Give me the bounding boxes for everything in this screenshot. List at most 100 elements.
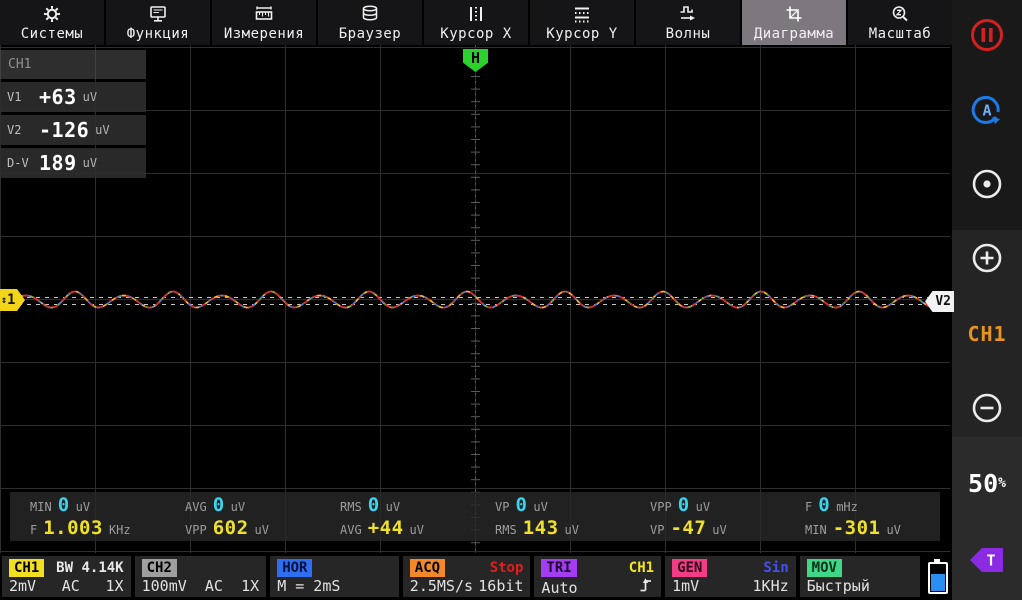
status-horizontal-section[interactable]: HOR M = 2mS [270,556,399,597]
tab-label: Измерения [224,26,304,42]
status-ch2-section[interactable]: CH2 100mV AC 1X [135,556,267,597]
tab-label: Курсор X [440,26,511,42]
status-trigger-section[interactable]: TRI CH1 Auto [534,556,661,597]
tab-label: Волны [666,26,711,42]
bit-depth: 16bit [478,577,523,595]
tab-measurements[interactable]: Измерения [212,0,316,45]
battery-icon [928,562,948,594]
measure-col-2: AVG0uV VPP602uV [165,492,320,541]
channel-select-label: CH1 [967,322,1006,346]
measure-col-5: VPP0uV VP-47uV [630,492,785,541]
tab-diagram[interactable]: Диаграмма [742,0,846,45]
cursor-v2-label: V2 [7,123,39,137]
trigger-mode: Auto [541,579,577,597]
tab-label: Масштаб [869,26,932,42]
cursor-delta-unit: uV [83,156,97,170]
tab-function[interactable]: Функция [106,0,210,45]
waveform-display[interactable]: H CH1 V1 +63 uV V2 -126 uV D-V 189 uV ↕1 [0,45,950,553]
pause-icon [968,16,1006,54]
tab-scale[interactable]: Масштаб [848,0,952,45]
run-pause-button[interactable] [952,16,1022,54]
auto-icon: A [968,91,1006,129]
scale-increase-button[interactable] [952,239,1022,277]
tab-label: Браузер [339,26,402,42]
tab-waves[interactable]: Волны [636,0,740,45]
status-movement-section[interactable]: MOV Быстрый [800,556,921,597]
oscilloscope-app: Системы Функция Измерения [0,0,1022,600]
ch2-badge: CH2 [142,559,177,577]
record-dot-button[interactable] [952,165,1022,203]
diagram-crop-icon [784,4,804,24]
monitor-icon [148,4,168,24]
measure-col-3: RMS0uV AVG+44uV [320,492,475,541]
measure-col-4: VP0uV RMS143uV [475,492,630,541]
status-ch1-section[interactable]: CH1 BW 4.14K 2mV AC 1X [2,556,131,597]
ch1-badge: CH1 [9,559,44,577]
tab-label: Курсор Y [546,26,617,42]
trigger-tag-button[interactable]: T [952,543,1022,577]
tab-systems[interactable]: Системы [0,0,104,45]
cursor-v1-value: +63 [39,85,77,109]
trigger-t-icon: T [968,544,1006,576]
ch1-coupling: AC [62,577,80,595]
cursor-v1-unit: uV [83,90,97,104]
dot-circle-icon [968,165,1006,203]
measure-ruler-icon [254,4,274,24]
gen-amplitude: 1mV [672,577,699,595]
acq-badge: ACQ [410,559,445,577]
zoom-level-indicator[interactable]: 50% [952,466,1022,500]
cursor-delta-label: D-V [7,156,39,170]
bottom-status-bar: CH1 BW 4.14K 2mV AC 1X CH2 100mV AC 1X H… [0,553,952,600]
cursor-v1-label: V1 [7,90,39,104]
autoset-button[interactable]: A [952,91,1022,129]
plus-circle-icon [968,239,1006,277]
trigger-source: CH1 [629,560,654,576]
gen-waveform-type: Sin [763,560,788,576]
channel-select-button[interactable]: CH1 [952,320,1022,348]
measurement-readout-bar: MIN0uV F1.003KHz AVG0uV VPP602uV RMS0uV … [10,492,940,541]
browser-database-icon [360,4,380,24]
measure-col-6: F0mHz MIN-301uV [785,492,940,541]
ch1-probe: 1X [106,577,124,595]
cursor-delta-value: 189 [39,151,77,175]
svg-text:T: T [986,552,995,570]
ch2-scale: 100mV [142,577,187,595]
cursor-v1-row: V1 +63 uV [0,82,146,112]
measure-col-1: MIN0uV F1.003KHz [10,492,165,541]
cursor-readout-header: CH1 [0,50,146,79]
tab-browser[interactable]: Браузер [318,0,422,45]
v2-tag-label: V2 [935,294,951,309]
cursor-y-icon [572,4,592,24]
tab-cursor-y[interactable]: Курсор Y [530,0,634,45]
battery-indicator [924,556,952,600]
ch2-coupling: AC [205,577,223,595]
rising-edge-icon [639,577,654,598]
status-acquisition-section[interactable]: ACQ Stop 2.5MS/s 16bit [403,556,531,597]
tab-label: Функция [127,26,190,42]
mov-speed: Быстрый [807,577,870,595]
cursor-x-icon [466,4,486,24]
gear-icon [42,4,62,24]
svg-text:A: A [982,102,991,120]
mov-badge: MOV [807,559,842,577]
status-generator-section[interactable]: GEN Sin 1mV 1KHz [665,556,796,597]
cursor-delta-row: D-V 189 uV [0,148,146,178]
cursor-readout-panel: CH1 V1 +63 uV V2 -126 uV D-V 189 uV [0,50,146,181]
acq-state: Stop [490,560,524,576]
top-menu-bar: Системы Функция Измерения [0,0,952,45]
waves-icon [678,4,698,24]
timebase-value: M = 2mS [277,577,340,595]
minus-circle-icon [968,389,1006,427]
scale-decrease-button[interactable] [952,389,1022,427]
h-marker-label: H [471,49,480,67]
tab-cursor-x[interactable]: Курсор X [424,0,528,45]
cursor-v2-unit: uV [95,123,109,137]
cursor-v2-value: -126 [39,118,89,142]
tab-label: Системы [21,26,84,42]
ch1-bandwidth: BW 4.14K [56,560,123,576]
sample-rate: 2.5MS/s [410,577,473,595]
zoom-z-icon [890,4,910,24]
tab-label: Диаграмма [754,26,834,42]
ch1-tag-number: 1 [7,292,15,308]
zoom-level-value: 50 [968,469,998,498]
